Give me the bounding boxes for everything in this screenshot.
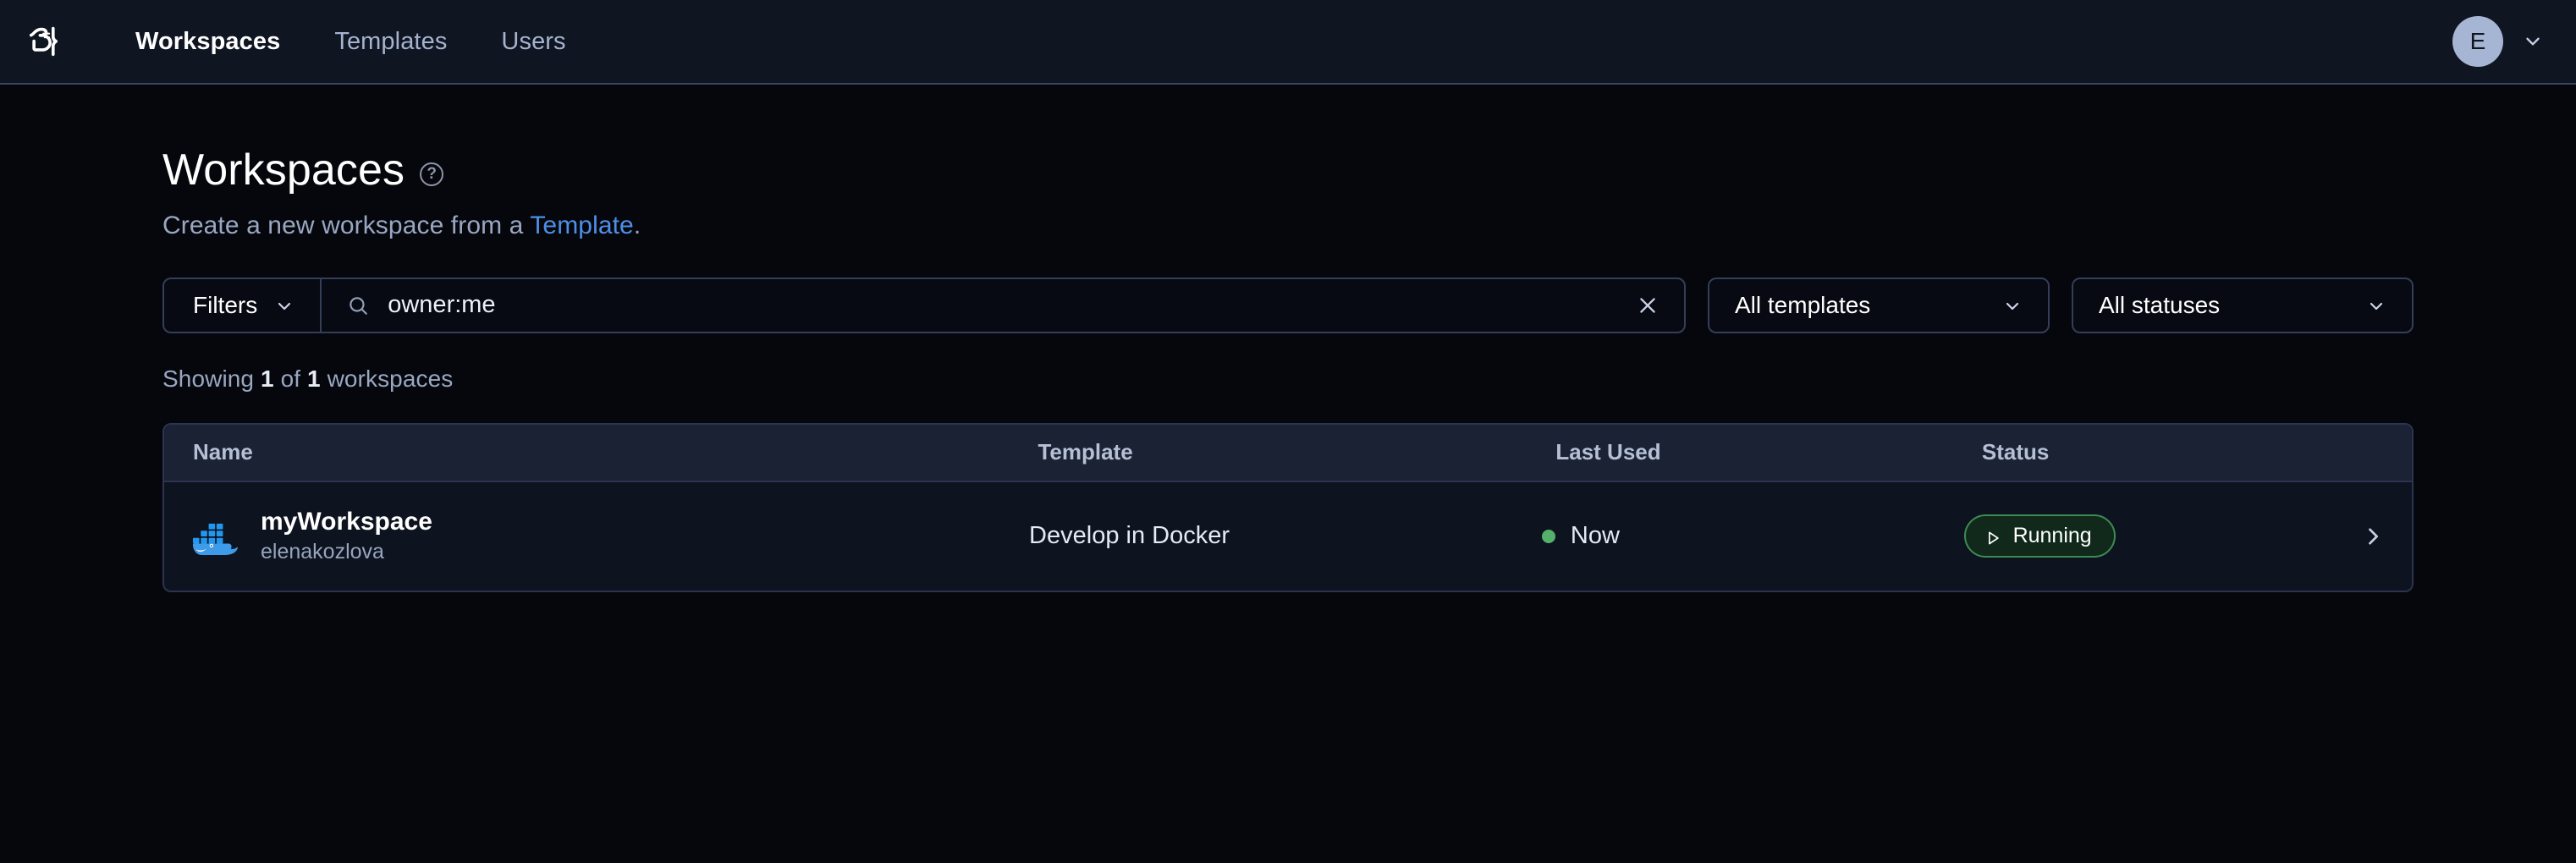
chevron-right-icon[interactable] <box>2361 525 2385 548</box>
page-title: Workspaces <box>162 146 405 196</box>
shown-count: 1 <box>261 366 274 392</box>
column-header-template: Template <box>1009 439 1527 465</box>
chevron-down-icon <box>2522 30 2544 52</box>
coder-logo-icon[interactable] <box>19 17 68 66</box>
filters-dropdown-button[interactable]: Filters <box>164 279 322 332</box>
status-filter-select[interactable]: All statuses <box>2072 278 2414 333</box>
page-subtitle: Create a new workspace from a Template. <box>162 212 2414 240</box>
results-count: Showing 1 of 1 workspaces <box>162 366 2414 393</box>
last-used-group: Now <box>1542 522 1620 550</box>
template-filter-value: All templates <box>1735 292 1870 319</box>
play-icon <box>1984 528 2001 545</box>
primary-nav: Workspaces Templates Users <box>108 28 593 56</box>
status-badge: Running <box>1964 514 2116 558</box>
avatar[interactable]: E <box>2452 16 2503 67</box>
total-count: 1 <box>307 366 321 392</box>
user-menu-button[interactable]: E <box>2452 16 2544 67</box>
showing-suffix: workspaces <box>321 366 454 392</box>
page-subtitle-suffix: . <box>634 212 641 239</box>
workspaces-table: Name Template Last Used Status <box>162 423 2414 592</box>
chevron-down-icon <box>2366 295 2386 316</box>
table-header-row: Name Template Last Used Status <box>164 425 2412 482</box>
template-name: Develop in Docker <box>1029 522 1230 550</box>
template-filter-select[interactable]: All templates <box>1708 278 2050 333</box>
cell-status: Running <box>1935 514 2349 558</box>
status-dot-icon <box>1542 530 1555 543</box>
last-used-value: Now <box>1571 522 1620 550</box>
of-text: of <box>274 366 307 392</box>
close-icon[interactable] <box>1635 293 1660 318</box>
chevron-down-icon <box>274 295 294 316</box>
status-filter-value: All statuses <box>2099 292 2220 319</box>
help-circle-icon[interactable]: ? <box>420 162 443 186</box>
status-label: Running <box>2013 524 2092 548</box>
chevron-down-icon <box>2002 295 2023 316</box>
column-header-status: Status <box>1953 439 2371 465</box>
search-field-wrapper <box>322 279 1684 332</box>
top-navbar: Workspaces Templates Users E <box>0 0 2576 85</box>
nav-link-users[interactable]: Users <box>474 28 592 56</box>
search-input[interactable] <box>388 291 1616 319</box>
search-group: Filters <box>162 278 1686 333</box>
showing-prefix: Showing <box>162 366 261 392</box>
workspace-owner: elenakozlova <box>261 540 432 564</box>
column-header-name: Name <box>164 439 1009 465</box>
cell-template: Develop in Docker <box>1000 522 1513 550</box>
page-subtitle-prefix: Create a new workspace from a <box>162 212 530 239</box>
title-row: Workspaces ? <box>162 146 2414 196</box>
nav-link-workspaces[interactable]: Workspaces <box>108 28 307 56</box>
page-content: Workspaces ? Create a new workspace from… <box>0 85 2576 592</box>
nav-link-templates[interactable]: Templates <box>307 28 474 56</box>
workspace-name: myWorkspace <box>261 508 432 536</box>
cell-name: myWorkspace elenakozlova <box>164 508 1000 564</box>
workspace-identity: myWorkspace elenakozlova <box>261 508 432 564</box>
docker-whale-icon <box>193 514 239 559</box>
search-icon <box>347 294 369 316</box>
page-header: Workspaces ? Create a new workspace from… <box>162 146 2414 240</box>
column-header-last-used: Last Used <box>1527 439 1953 465</box>
template-link[interactable]: Template <box>530 212 634 239</box>
cell-row-action[interactable] <box>2349 525 2412 548</box>
filter-bar: Filters All templates All <box>162 278 2414 333</box>
cell-last-used: Now <box>1513 522 1935 550</box>
table-row[interactable]: myWorkspace elenakozlova Develop in Dock… <box>164 482 2412 591</box>
filters-label: Filters <box>193 292 257 319</box>
